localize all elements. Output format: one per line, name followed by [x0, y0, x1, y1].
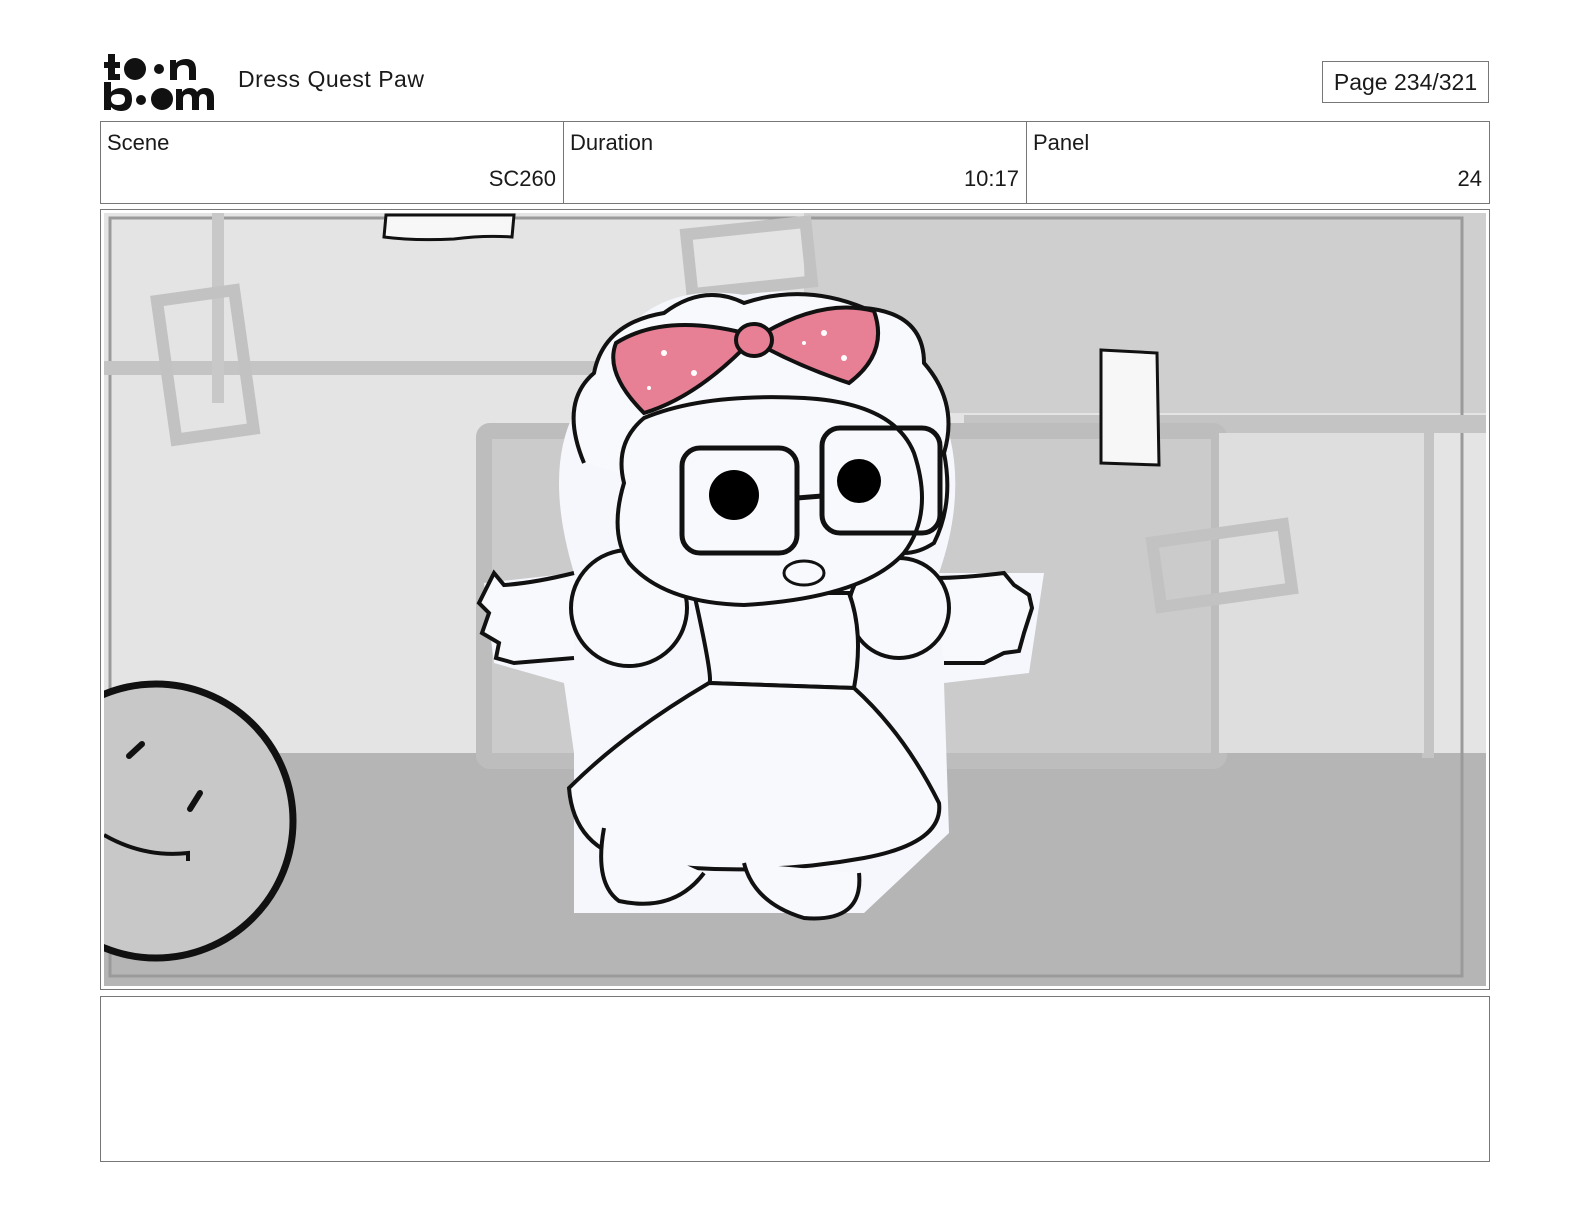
duration-cell: Duration 10:17 — [564, 122, 1027, 203]
panel-label: Panel — [1033, 130, 1090, 155]
panel-notes — [100, 996, 1490, 1162]
duration-label: Duration — [570, 130, 654, 155]
page-number: Page 234/321 — [1322, 61, 1489, 103]
project-title: Dress Quest Paw — [238, 66, 425, 92]
storyboard-panel — [100, 209, 1490, 990]
scene-label: Scene — [107, 130, 170, 155]
scene-cell: Scene SC260 — [101, 122, 564, 203]
scene-value: SC260 — [488, 166, 556, 191]
duration-value: 10:17 — [963, 166, 1019, 191]
panel-value: 24 — [1457, 166, 1482, 191]
panel-info-table: Scene SC260 Duration 10:17 Panel 24 — [100, 121, 1490, 204]
panel-drawing — [104, 213, 1486, 986]
toon-boom-logo — [104, 54, 214, 111]
panel-cell: Panel 24 — [1027, 122, 1489, 203]
